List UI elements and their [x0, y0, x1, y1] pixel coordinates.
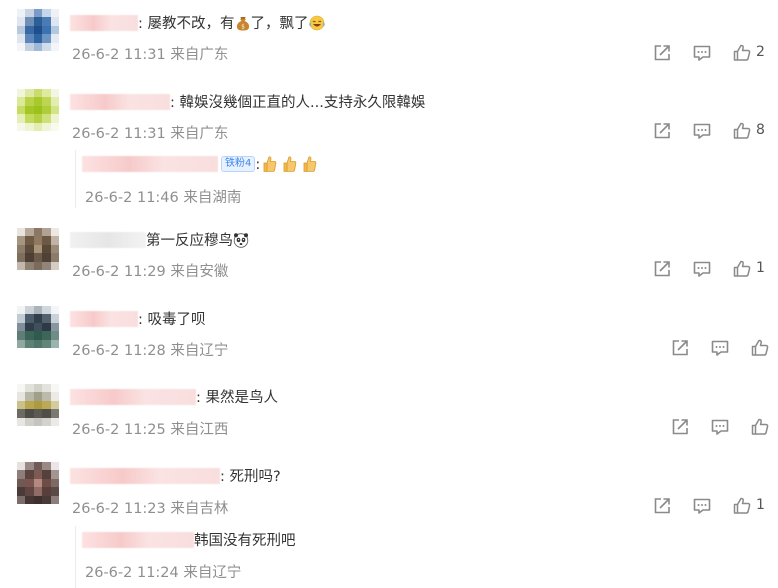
money-bag-icon: $: [236, 16, 249, 30]
thumbs-up-icon: [262, 155, 278, 173]
comment-content: : 韓娛沒幾個正直的人...支持永久限韓娛: [70, 92, 425, 114]
reply-button[interactable]: [692, 496, 712, 516]
like-icon: [732, 496, 752, 516]
reply-button[interactable]: [710, 338, 730, 358]
avatar[interactable]: [17, 384, 59, 426]
comment-text: : 韓娛沒幾個正直的人...支持永久限韓娛: [170, 95, 426, 111]
comment-text: : 屡教不改，有: [138, 16, 235, 32]
like-count: 8: [756, 122, 765, 138]
username-blurred[interactable]: [70, 14, 138, 31]
share-icon: [652, 43, 672, 63]
share-icon: [652, 496, 672, 516]
share-button[interactable]: [670, 417, 690, 437]
reply-button[interactable]: [692, 43, 712, 63]
comment-content: 第一反应穆鸟: [70, 230, 249, 252]
share-button[interactable]: [652, 121, 672, 141]
reply-meta: 26-6-2 11:24 来自辽宁: [85, 565, 242, 581]
reply-text: 韩国没有死刑吧: [194, 533, 296, 549]
comment-meta: 26-6-2 11:23 来自吉林: [72, 501, 229, 517]
like-icon: [732, 259, 752, 279]
avatar[interactable]: [17, 9, 59, 51]
username-blurred[interactable]: [70, 93, 170, 110]
like-button[interactable]: 8: [732, 121, 765, 141]
reply-item: 韩国没有死刑吧 26-6-2 11:24 来自辽宁: [75, 526, 766, 588]
like-button[interactable]: [750, 417, 770, 437]
like-button[interactable]: 1: [732, 259, 765, 279]
fan-badge: 铁粉4: [221, 155, 256, 172]
comment-content: : 吸毒了呗: [70, 309, 206, 331]
share-icon: [670, 338, 690, 358]
username-blurred[interactable]: [82, 155, 218, 172]
avatar[interactable]: [17, 306, 59, 348]
comment-content: : 死刑吗?: [70, 466, 281, 488]
username-blurred[interactable]: [70, 467, 220, 484]
comment-icon: [692, 121, 712, 141]
comment-icon: [692, 259, 712, 279]
panda-emoji-icon: [233, 232, 249, 248]
like-button[interactable]: [750, 338, 770, 358]
thumbs-up-icon: [282, 155, 298, 173]
comment-content: : 屡教不改，有 $ 了，飘了: [70, 13, 325, 35]
comment-meta: 26-6-2 11:31 来自广东: [72, 126, 229, 142]
comment-text: : 吸毒了呗: [138, 312, 206, 328]
comment-icon: [710, 338, 730, 358]
like-icon: [750, 417, 770, 437]
reply-button[interactable]: [692, 259, 712, 279]
comment-text-2: 了，飘了: [250, 16, 309, 32]
like-count: 2: [756, 44, 765, 60]
comment-content: : 果然是鸟人: [70, 387, 278, 409]
comment-icon: [692, 496, 712, 516]
share-button[interactable]: [652, 496, 672, 516]
share-button[interactable]: [652, 43, 672, 63]
like-icon: [732, 43, 752, 63]
reply-text: :: [255, 157, 261, 173]
comment-icon: [710, 417, 730, 437]
reply-button[interactable]: [692, 121, 712, 141]
like-icon: [732, 121, 752, 141]
share-button[interactable]: [670, 338, 690, 358]
comment-text: : 死刑吗?: [220, 469, 281, 485]
comment-meta: 26-6-2 11:31 来自广东: [72, 47, 229, 63]
avatar[interactable]: [17, 89, 59, 131]
like-icon: [750, 338, 770, 358]
like-count: 1: [756, 260, 765, 276]
like-button[interactable]: 2: [732, 43, 765, 63]
reply-content: 韩国没有死刑吧: [82, 530, 296, 552]
like-count: 1: [756, 497, 765, 513]
username-blurred[interactable]: [70, 310, 138, 327]
comment-text: : 果然是鸟人: [196, 390, 278, 406]
share-icon: [652, 121, 672, 141]
share-icon: [652, 259, 672, 279]
comment-icon: [692, 43, 712, 63]
avatar[interactable]: [17, 228, 59, 270]
reply-button[interactable]: [710, 417, 730, 437]
comment-meta: 26-6-2 11:28 来自辽宁: [72, 343, 229, 359]
like-button[interactable]: 1: [732, 496, 765, 516]
comment-meta: 26-6-2 11:29 来自安徽: [72, 264, 229, 280]
laughing-emoji-icon: [308, 15, 325, 30]
reply-item: 铁粉4: 26-6-2 11:46 来自湖南: [75, 150, 766, 208]
username-blurred[interactable]: [70, 231, 146, 248]
username-blurred[interactable]: [70, 388, 196, 405]
svg-text:$: $: [241, 23, 245, 30]
share-button[interactable]: [652, 259, 672, 279]
share-icon: [670, 417, 690, 437]
thumbs-up-icon: [302, 155, 318, 173]
reply-meta: 26-6-2 11:46 来自湖南: [85, 190, 242, 206]
username-blurred[interactable]: [82, 531, 194, 548]
comment-meta: 26-6-2 11:25 来自江西: [72, 422, 229, 438]
avatar[interactable]: [17, 462, 59, 504]
reply-content: 铁粉4:: [82, 154, 320, 176]
comment-text: 第一反应穆鸟: [146, 233, 233, 249]
